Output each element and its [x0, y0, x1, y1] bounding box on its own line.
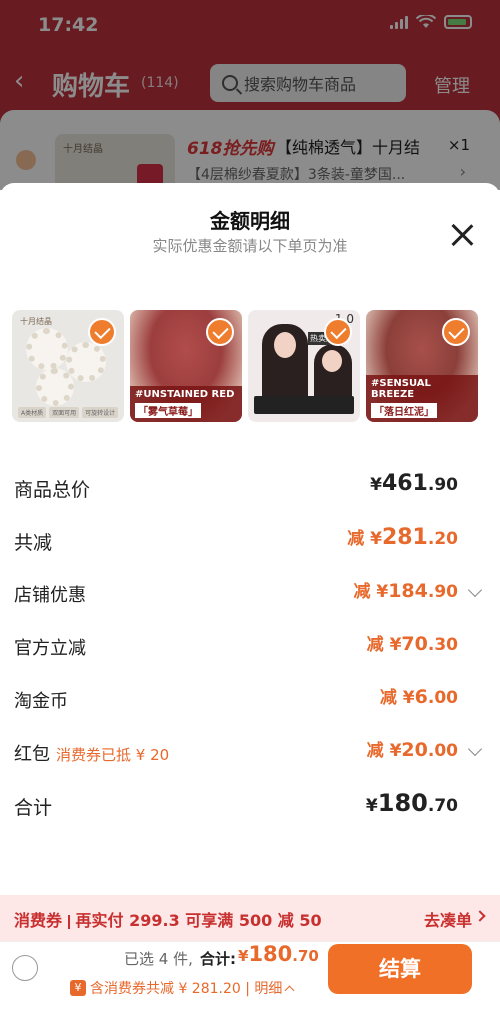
row-label: 店铺优惠	[14, 585, 86, 606]
shade-name-cn: 「雾气草莓」	[135, 403, 201, 418]
yen-icon: ¥	[70, 980, 86, 996]
thumb-brand: 十月结晶	[20, 317, 52, 326]
row-value: 减 ¥6.00	[379, 686, 458, 708]
coupon-text: 消费券 再实付 299.3 可享满 500 减 50	[14, 911, 322, 930]
row-label: 商品总价	[14, 479, 91, 501]
thumb-feature-tags: A类材质 双面可用 可旋转设计	[18, 407, 119, 418]
check-icon[interactable]	[324, 318, 352, 346]
check-icon[interactable]	[88, 318, 116, 346]
row-value: ¥180.70	[365, 789, 458, 817]
row-label: 合计	[14, 797, 53, 819]
shade-name-en: #UNSTAINED RED	[135, 389, 235, 400]
row-value: 减 ¥184.90	[353, 580, 458, 602]
select-all-radio[interactable]	[12, 955, 38, 981]
feature-tag: 可旋转设计	[82, 407, 119, 418]
chevron-down-icon[interactable]	[467, 582, 483, 598]
coupon-note: 消费券已抵 ¥ 20	[56, 746, 170, 764]
shade-name-en: #SENSUAL BREEZE	[371, 378, 431, 400]
row-label: 共减	[14, 532, 53, 554]
row-value: 减 ¥20.00	[366, 739, 458, 761]
row-goods-total: 商品总价 ¥461.90	[14, 471, 486, 501]
row-value: 减 ¥70.30	[366, 633, 458, 655]
feature-tag: A类材质	[18, 407, 47, 418]
row-label: 红包 消费券已抵 ¥ 20	[14, 744, 170, 765]
row-label: 官方立减	[14, 638, 86, 659]
row-red-packet[interactable]: 红包 消费券已抵 ¥ 20 减 ¥20.00	[14, 736, 486, 766]
product-thumb-1[interactable]: 十月结晶 A类材质 双面可用 可旋转设计	[12, 310, 124, 422]
shade-name-cn: 「落日红泥」	[371, 403, 437, 418]
row-grand-total: 合计 ¥180.70	[14, 789, 486, 819]
row-shop-discount[interactable]: 店铺优惠 减 ¥184.90	[14, 577, 486, 607]
chevron-right-icon[interactable]	[474, 910, 486, 922]
row-official-discount: 官方立减 减 ¥70.30	[14, 630, 486, 660]
row-value: 减 ¥281.20	[347, 525, 458, 550]
row-value: ¥461.90	[370, 471, 458, 496]
overlay-dim[interactable]	[0, 0, 500, 190]
selected-count: 已选 4 件,	[124, 950, 193, 968]
product-thumb-3[interactable]: 1.0 热卖爆款	[248, 310, 360, 422]
product-thumbnails: 十月结晶 A类材质 双面可用 可旋转设计 #UNSTAINED RED 「雾气草…	[12, 310, 478, 422]
row-label: 淘金币	[14, 691, 68, 712]
product-thumb-4[interactable]: #SENSUAL BREEZE 「落日红泥」	[366, 310, 478, 422]
row-total-discount: 共减 减 ¥281.20	[14, 524, 486, 554]
chevron-up-icon[interactable]	[284, 985, 295, 995]
sheet-subtitle: 实际优惠金额请以下单页为准	[152, 237, 348, 255]
coupon-bar[interactable]: 消费券 再实付 299.3 可享满 500 减 50 去凑单	[0, 895, 500, 941]
total-label: 合计:	[200, 950, 236, 968]
check-icon[interactable]	[206, 318, 234, 346]
shade-label: #UNSTAINED RED 「雾气草莓」	[130, 386, 242, 422]
checkout-button[interactable]: 结算	[328, 944, 472, 994]
shade-label: #SENSUAL BREEZE 「落日红泥」	[366, 375, 478, 422]
total-value: ¥180.70	[238, 942, 319, 966]
sheet-title: 金额明细	[210, 209, 290, 233]
discount-detail-toggle[interactable]: ¥ 含消费券共减 ¥ 281.20 | 明细	[70, 978, 295, 998]
discount-text: 含消费券共减 ¥ 281.20 | 明细	[90, 981, 283, 997]
feature-tag: 双面可用	[49, 407, 80, 418]
add-items-link[interactable]: 去凑单	[424, 907, 472, 931]
row-taojinbi: 淘金币 减 ¥6.00	[14, 683, 486, 713]
checkout-bar: 已选 4 件, 合计: ¥180.70 ¥ 含消费券共减 ¥ 281.20 | …	[0, 941, 500, 1013]
price-detail-sheet: 金额明细 实际优惠金额请以下单页为准 十月结晶 A类材质 双面可用 可旋转设计 …	[0, 183, 500, 1013]
product-thumb-2[interactable]: #UNSTAINED RED 「雾气草莓」	[130, 310, 242, 422]
chevron-down-icon[interactable]	[467, 741, 483, 757]
close-icon[interactable]	[450, 223, 474, 247]
check-icon[interactable]	[442, 318, 470, 346]
